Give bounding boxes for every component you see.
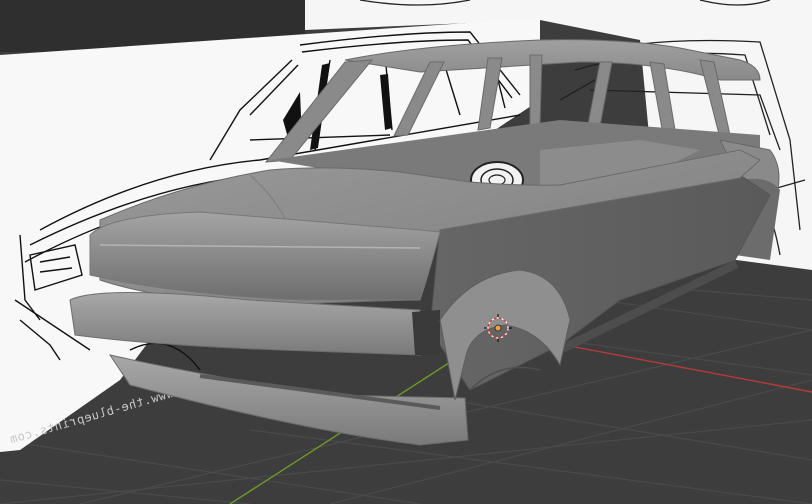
3d-viewport[interactable]: www.the-blueprints.com [0, 0, 812, 504]
viewport-scene[interactable]: www.the-blueprints.com [0, 0, 812, 504]
